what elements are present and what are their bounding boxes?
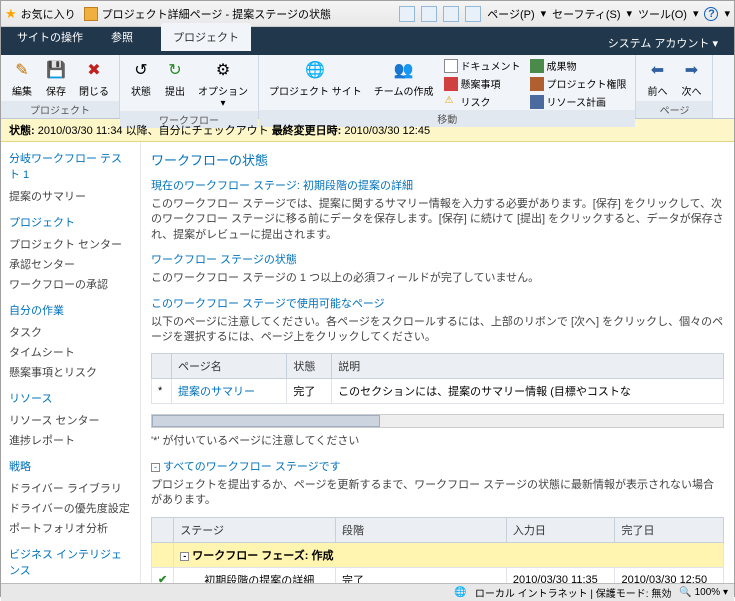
all-stages-title[interactable]: -すべてのワークフロー ステージです xyxy=(151,458,724,474)
phase-row: -ワークフロー フェーズ: 作成 xyxy=(152,542,724,567)
main-content: ワークフローの状態 現在のワークフロー ステージ: 初期段階の提案の詳細 このワ… xyxy=(141,142,734,583)
proposal-summary-link[interactable]: 提案のサマリー xyxy=(178,386,255,398)
close-button[interactable]: ✖閉じる xyxy=(75,57,113,100)
documents-button[interactable]: ドキュメント xyxy=(441,57,523,74)
site-actions-menu[interactable]: サイトの操作 xyxy=(17,29,83,45)
nav-tasks[interactable]: タスク xyxy=(9,322,132,342)
risks-button[interactable]: ⚠リスク xyxy=(441,93,523,110)
ribbon-header: サイトの操作 参照 プロジェクト システム アカウント ▾ xyxy=(1,27,734,55)
nav-workflow-test[interactable]: 分岐ワークフロー テスト 1 xyxy=(9,150,132,182)
nav-proposal-summary[interactable]: 提案のサマリー xyxy=(9,186,132,206)
available-pages-title: このワークフロー ステージで使用可能なページ xyxy=(151,295,724,311)
nav-workflow-approval[interactable]: ワークフローの承認 xyxy=(9,274,132,294)
safety-menu[interactable]: セーフティ(S) xyxy=(552,6,620,22)
browse-tab[interactable]: 参照 xyxy=(99,23,145,51)
submit-button[interactable]: ↻提出 xyxy=(160,57,190,100)
check-icon: ✔ xyxy=(152,567,174,583)
nav-progress-report[interactable]: 進捗レポート xyxy=(9,430,132,450)
nav-header-bi[interactable]: ビジネス インテリジェンス xyxy=(9,546,132,578)
zone-label: ローカル イントラネット | 保護モード: 無効 xyxy=(475,585,672,600)
resource-plan-button[interactable]: リソース計画 xyxy=(527,93,629,110)
ribbon-group-label-page: ページ xyxy=(636,101,712,118)
ribbon-group-project: ✎編集 💾保存 ✖閉じる プロジェクト xyxy=(1,55,120,118)
row-marker: * xyxy=(152,379,172,404)
current-stage-desc: このワークフロー ステージでは、提案に関するサマリー情報を入力する必要があります… xyxy=(151,197,724,243)
horizontal-scrollbar[interactable] xyxy=(151,414,724,428)
nav-header-mywork[interactable]: 自分の作業 xyxy=(9,302,132,318)
stage-state-title: ワークフロー ステージの状態 xyxy=(151,251,724,267)
available-pages-desc: 以下のページに注意してください。各ページをスクロールするには、上部のリボンで [… xyxy=(151,315,724,346)
ribbon-group-workflow: ↺状態 ↻提出 ⚙オプション▾ ワークフロー xyxy=(120,55,259,118)
home-icon[interactable] xyxy=(399,6,415,22)
team-create-button[interactable]: 👥チームの作成 xyxy=(370,57,438,100)
page-menu[interactable]: ページ(P) xyxy=(487,6,534,22)
row-desc: このセクションには、提案のサマリー情報 (目標やコストな xyxy=(332,379,724,404)
project-permissions-button[interactable]: プロジェクト権限 xyxy=(527,75,629,92)
project-tab[interactable]: プロジェクト xyxy=(161,23,251,51)
col-complete: 完了日 xyxy=(615,517,724,542)
tools-menu[interactable]: ツール(O) xyxy=(638,6,687,22)
options-button[interactable]: ⚙オプション▾ xyxy=(194,57,252,111)
pages-footnote: '*' が付いているページに注意してください xyxy=(151,434,724,449)
col-page-name: ページ名 xyxy=(172,354,287,379)
prev-button[interactable]: ⬅前へ xyxy=(642,57,672,100)
internet-zone-icon: 🌐 xyxy=(454,587,466,598)
nav-driver-library[interactable]: ドライバー ライブラリ xyxy=(9,478,132,498)
nav-project-center[interactable]: プロジェクト センター xyxy=(9,234,132,254)
mail-icon[interactable] xyxy=(443,6,459,22)
nav-approval-center[interactable]: 承認センター xyxy=(9,254,132,274)
zoom-control[interactable]: 🔍 100% ▾ xyxy=(679,587,728,598)
available-pages-table: ページ名 状態 説明 * 提案のサマリー 完了 このセクションには、提案のサマリ… xyxy=(151,353,724,404)
project-site-button[interactable]: 🌐プロジェクト サイト xyxy=(265,57,366,100)
col-phase: 段階 xyxy=(335,517,506,542)
all-stages-desc: プロジェクトを提出するか、ページを更新するまで、ワークフロー ステージの状態に最… xyxy=(151,478,724,509)
nav-resource-center[interactable]: リソース センター xyxy=(9,410,132,430)
ribbon-body: ✎編集 💾保存 ✖閉じる プロジェクト ↺状態 ↻提出 ⚙オプション▾ ワークフ… xyxy=(1,55,734,119)
status-button[interactable]: ↺状態 xyxy=(126,57,156,100)
collapse-icon[interactable]: - xyxy=(180,552,189,561)
col-page-desc: 説明 xyxy=(332,354,724,379)
ribbon-group-move: 🌐プロジェクト サイト 👥チームの作成 ドキュメント 懸案事項 ⚠リスク 成果物… xyxy=(259,55,636,118)
col-entry: 入力日 xyxy=(506,517,615,542)
nav-header-project[interactable]: プロジェクト xyxy=(9,214,132,230)
nav-header-strategy[interactable]: 戦略 xyxy=(9,458,132,474)
nav-issues-risks[interactable]: 懸案事項とリスク xyxy=(9,362,132,382)
deliverables-button[interactable]: 成果物 xyxy=(527,57,629,74)
ie-command-bar: ページ(P)▾ セーフティ(S)▾ ツール(O)▾ ?▾ xyxy=(399,6,730,22)
edit-button[interactable]: ✎編集 xyxy=(7,57,37,100)
nav-driver-priority[interactable]: ドライバーの優先度設定 xyxy=(9,498,132,518)
table-row[interactable]: * 提案のサマリー 完了 このセクションには、提案のサマリー情報 (目標やコスト… xyxy=(152,379,724,404)
help-icon[interactable]: ? xyxy=(704,7,718,21)
matters-button[interactable]: 懸案事項 xyxy=(441,75,523,92)
workflow-status-title: ワークフローの状態 xyxy=(151,150,724,169)
ribbon-group-page: ⬅前へ ➡次へ ページ xyxy=(636,55,713,118)
system-account-menu[interactable]: システム アカウント ▾ xyxy=(600,31,726,55)
left-navigation: 分岐ワークフロー テスト 1 提案のサマリー プロジェクト プロジェクト センタ… xyxy=(1,142,141,583)
table-row[interactable]: ✔ 初期段階の提案の詳細 完了 2010/03/30 11:35 2010/03… xyxy=(152,567,724,583)
col-stage: ステージ xyxy=(174,517,336,542)
nav-timesheet[interactable]: タイムシート xyxy=(9,342,132,362)
nav-portfolio[interactable]: ポートフォリオ分析 xyxy=(9,518,132,538)
print-icon[interactable] xyxy=(465,6,481,22)
row-state: 完了 xyxy=(287,379,332,404)
browser-statusbar: 🌐 ローカル イントラネット | 保護モード: 無効 🔍 100% ▾ xyxy=(1,583,734,601)
collapse-icon[interactable]: - xyxy=(151,463,160,472)
col-page-state: 状態 xyxy=(287,354,332,379)
next-button[interactable]: ➡次へ xyxy=(676,57,706,100)
save-button[interactable]: 💾保存 xyxy=(41,57,71,100)
stage-state-desc: このワークフロー ステージの 1 つ以上の必須フィールドが完了していません。 xyxy=(151,271,724,286)
workflow-stages-table: ステージ 段階 入力日 完了日 -ワークフロー フェーズ: 作成 ✔ 初期段階の… xyxy=(151,517,724,583)
ribbon-group-label-project: プロジェクト xyxy=(1,101,119,118)
current-stage-title: 現在のワークフロー ステージ: 初期段階の提案の詳細 xyxy=(151,177,724,193)
nav-header-resources[interactable]: リソース xyxy=(9,390,132,406)
feeds-icon[interactable] xyxy=(421,6,437,22)
